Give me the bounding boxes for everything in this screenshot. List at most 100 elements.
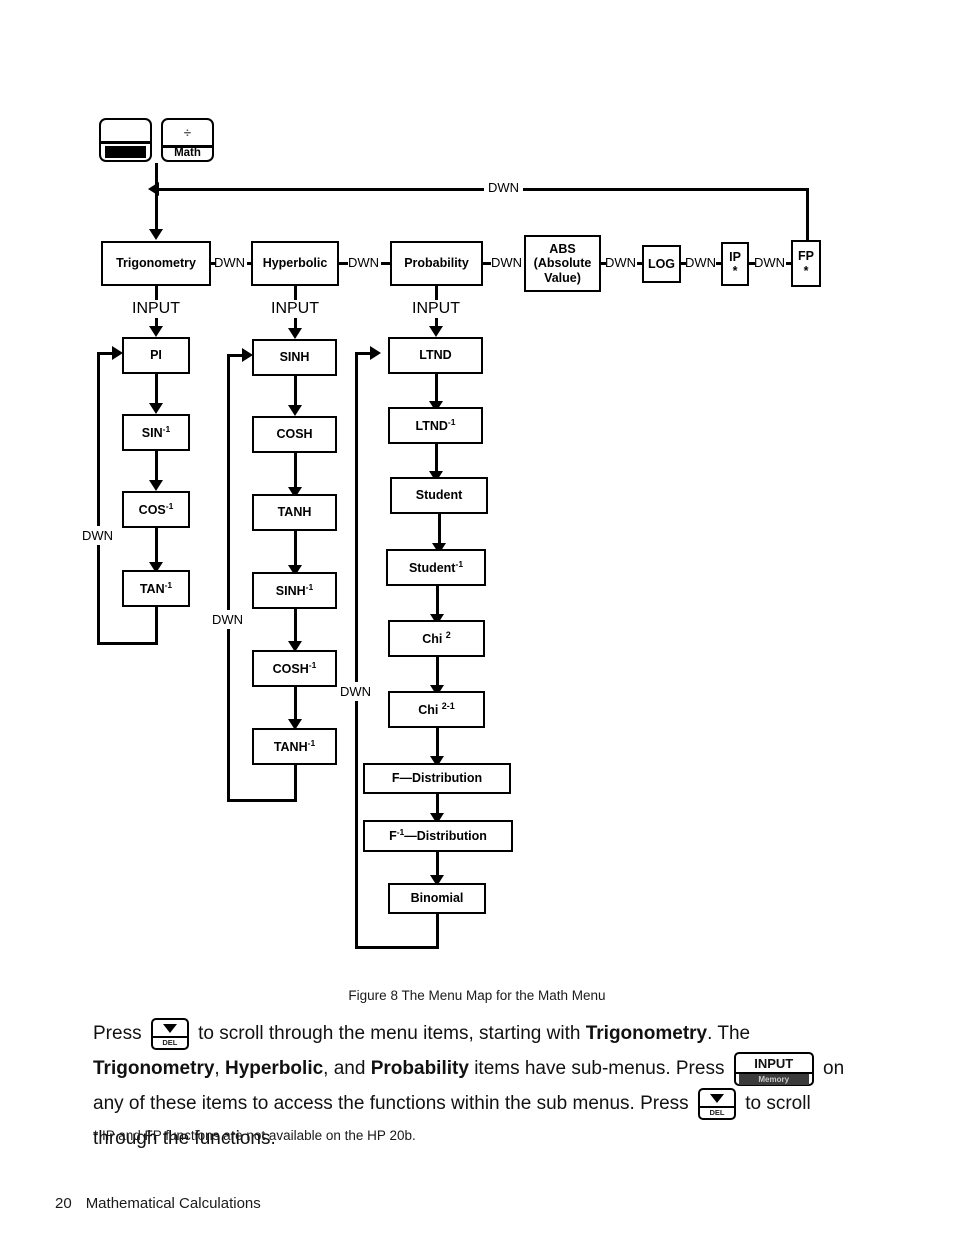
trig-loop-left: [97, 352, 100, 644]
hyp-loop-down: [294, 765, 297, 801]
menu-connector-4a: [601, 262, 606, 265]
submenu-item-chi2-inv[interactable]: Chi 2-1: [388, 691, 485, 728]
submenu-item-chi2-inv-label: Chi 2-1: [418, 701, 455, 718]
prob-loop-bottom: [355, 946, 439, 949]
fp-to-loop-connector: [806, 188, 809, 240]
submenu-item-tanh[interactable]: TANH: [252, 494, 337, 531]
math-key[interactable]: ÷ Math: [161, 118, 214, 162]
menu-item-log-label: LOG: [647, 256, 676, 271]
edge-label-dwn-prob-loop: DWN: [338, 682, 374, 701]
shift-key-bar: [105, 146, 146, 158]
menu-item-fp[interactable]: FP *: [791, 240, 821, 287]
edge-label-dwn-hyp-loop: DWN: [210, 610, 246, 629]
trig-loop-arrowhead: [112, 346, 123, 360]
submenu-item-sinh[interactable]: SINH: [252, 339, 337, 376]
submenu-item-cos-inv-label: COS-1: [138, 500, 174, 517]
menu-item-trigonometry[interactable]: Trigonometry: [101, 241, 211, 286]
trig-link-2-arrow: [149, 480, 163, 491]
menu-item-fp-footnote-marker: *: [803, 263, 809, 278]
page-number: 20: [55, 1195, 72, 1212]
body-text-part-4: ,: [214, 1058, 220, 1079]
menu-item-log[interactable]: LOG: [642, 245, 681, 283]
loop-to-trigonometry-connector: [155, 188, 158, 233]
math-key-label: Math: [174, 147, 201, 159]
submenu-item-f-distribution-label: F—Distribution: [391, 771, 483, 786]
submenu-item-tan-inv[interactable]: TAN-1: [122, 570, 190, 607]
prob-loop-down: [436, 914, 439, 948]
edge-label-input-hyp: INPUT: [268, 300, 322, 318]
edge-label-dwn-toploop: DWN: [484, 180, 524, 195]
prob-loop-arrowhead: [370, 346, 381, 360]
trigonometry-input-arrow: [149, 229, 163, 240]
del-scroll-key-1[interactable]: DEL: [150, 1017, 189, 1050]
submenu-item-student-inv[interactable]: Student-1: [386, 549, 486, 586]
submenu-item-ltnd-inv[interactable]: LTND-1: [388, 407, 483, 444]
del-scroll-key-2[interactable]: DEL: [697, 1087, 736, 1120]
submenu-item-cosh-inv[interactable]: COSH-1: [252, 650, 337, 687]
submenu-item-ltnd-label: LTND: [419, 348, 452, 363]
footnote-ip-fp: * IP and FP functions are not available …: [93, 1128, 416, 1143]
submenu-item-tanh-inv[interactable]: TANH-1: [252, 728, 337, 765]
menu-item-hyperbolic-label: Hyperbolic: [262, 256, 328, 271]
figure-caption: Figure 8 The Menu Map for the Math Menu: [348, 988, 606, 1003]
edge-label-dwn-2: DWN: [348, 255, 380, 270]
submenu-item-student[interactable]: Student: [390, 477, 488, 514]
body-text-part-8: access the functions within the sub menu…: [273, 1093, 689, 1114]
trig-loop-bottom: [97, 642, 158, 645]
submenu-item-tan-inv-label: TAN-1: [139, 579, 173, 596]
submenu-item-sin-inv-label: SIN-1: [141, 423, 171, 440]
top-loop-horizontal: [156, 188, 809, 191]
submenu-item-chi2[interactable]: Chi 2: [388, 620, 485, 657]
submenu-item-cosh[interactable]: COSH: [252, 416, 337, 453]
submenu-item-sinh-inv-label: SINH-1: [275, 581, 314, 598]
submenu-item-sin-inv[interactable]: SIN-1: [122, 414, 190, 451]
submenu-item-student-label: Student: [415, 488, 463, 503]
menu-item-hyperbolic[interactable]: Hyperbolic: [251, 241, 339, 286]
body-text-part-6: items have sub-menus. Press: [474, 1058, 725, 1079]
submenu-item-f-distribution[interactable]: F—Distribution: [363, 763, 511, 794]
submenu-item-cos-inv[interactable]: COS-1: [122, 491, 190, 528]
menu-item-ip-label: IP: [729, 249, 741, 264]
body-emphasis-trigonometry-1: Trigonometry: [585, 1023, 708, 1044]
submenu-item-binomial[interactable]: Binomial: [388, 883, 486, 914]
submenu-item-pi[interactable]: PI: [122, 337, 190, 374]
input-memory-key[interactable]: INPUT Memory: [733, 1051, 814, 1086]
edge-label-dwn-trig-loop: DWN: [80, 526, 116, 545]
shift-key[interactable]: [99, 118, 152, 162]
page-section-title: Mathematical Calculations: [85, 1195, 261, 1212]
memory-key-label: Memory: [738, 1073, 809, 1085]
menu-item-probability[interactable]: Probability: [390, 241, 483, 286]
trig-input-arrowhead: [149, 326, 163, 337]
del-key-label-2: DEL: [709, 1107, 725, 1117]
body-text-part-3: . The: [707, 1023, 751, 1044]
edge-label-input-trig: INPUT: [129, 300, 183, 318]
submenu-item-f-inv-distribution[interactable]: F-1—Distribution: [363, 820, 513, 852]
body-emphasis-trigonometry-2: Trigonometry: [93, 1058, 215, 1079]
edge-label-dwn-3: DWN: [491, 255, 523, 270]
divide-icon: ÷: [183, 125, 192, 140]
body-emphasis-probability: Probability: [370, 1058, 469, 1079]
del-key-label-1: DEL: [162, 1037, 178, 1047]
edge-label-dwn-6: DWN: [754, 255, 786, 270]
menu-item-probability-label: Probability: [404, 256, 469, 271]
menu-connector-2b: [381, 262, 390, 265]
submenu-item-cosh-label: COSH: [276, 427, 313, 442]
submenu-item-sinh-inv[interactable]: SINH-1: [252, 572, 337, 609]
edge-label-dwn-5: DWN: [685, 255, 717, 270]
edge-label-dwn-1: DWN: [214, 255, 246, 270]
trig-loop-down: [155, 607, 158, 644]
body-text-part-1: Press: [93, 1023, 142, 1044]
down-arrow-icon: [162, 1023, 177, 1033]
submenu-item-ltnd[interactable]: LTND: [388, 337, 483, 374]
shift-key-divider: [101, 141, 150, 144]
page-footer: 20 Mathematical Calculations: [55, 1195, 261, 1212]
submenu-item-pi-label: PI: [150, 348, 162, 363]
down-arrow-icon-2: [709, 1093, 724, 1103]
menu-connector-6a: [749, 262, 755, 265]
menu-item-abs[interactable]: ABS (Absolute Value): [524, 235, 601, 292]
submenu-item-binomial-label: Binomial: [410, 891, 464, 906]
hyp-link-1-arrow: [288, 405, 302, 416]
hyp-loop-arrowhead: [242, 348, 253, 362]
submenu-item-sinh-label: SINH: [279, 350, 310, 365]
menu-item-ip[interactable]: IP *: [721, 242, 749, 286]
